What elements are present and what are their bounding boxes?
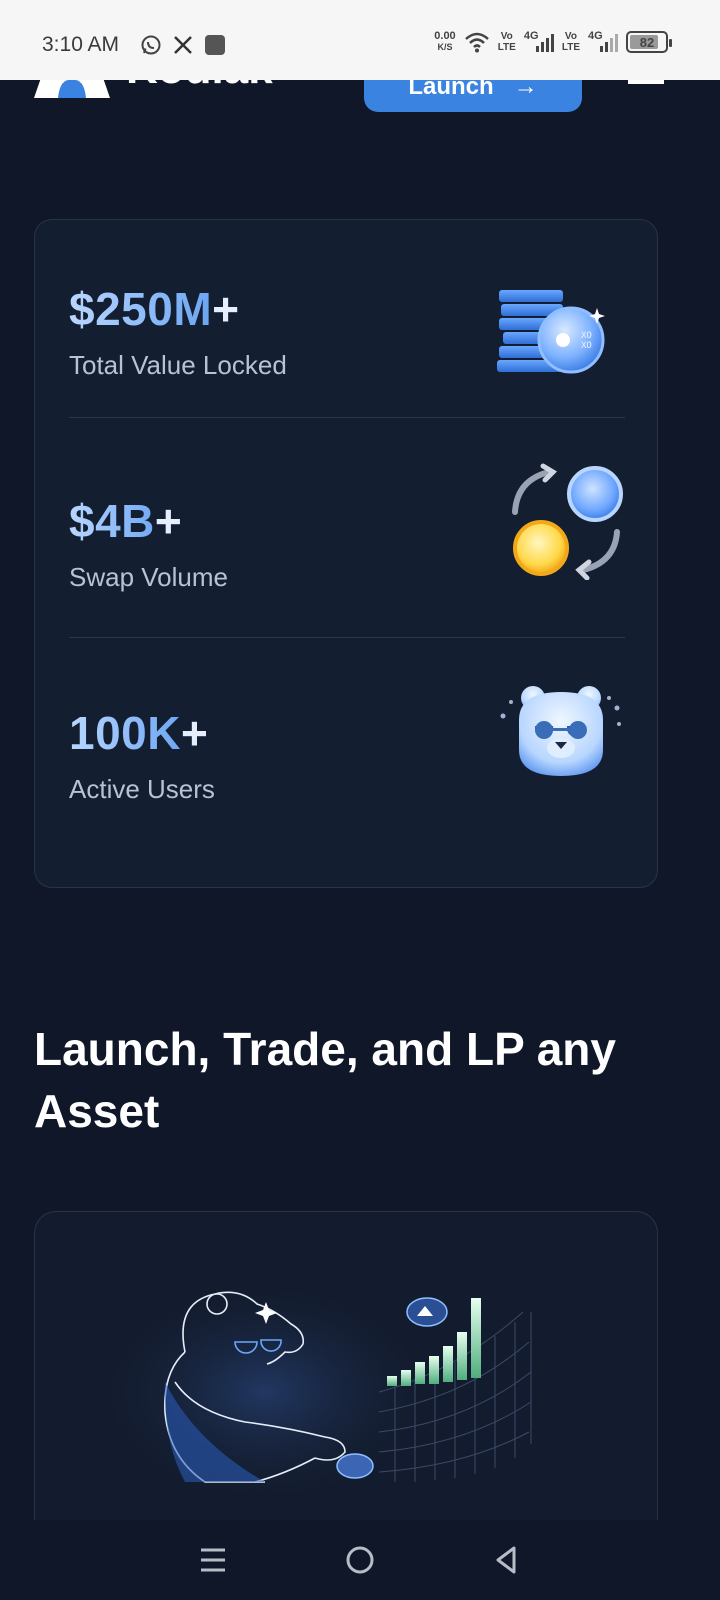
wifi-icon: [464, 32, 489, 53]
stat-active-users: 100K+ Active Users: [69, 686, 625, 888]
recent-apps-button[interactable]: [193, 1540, 233, 1580]
battery-level: 82: [639, 34, 655, 50]
sim2-signal-icon: 4G: [588, 30, 618, 54]
home-icon: [346, 1546, 374, 1574]
back-button[interactable]: [487, 1540, 527, 1580]
network-speed: 0.00 K/S: [434, 30, 456, 53]
arrow-right-icon: →: [513, 80, 538, 100]
notification-icons: [140, 34, 226, 56]
site-header: Kodiak Launch →: [0, 80, 720, 120]
launch-label: Launch: [408, 80, 494, 100]
bear-avatar-icon: [500, 686, 621, 776]
sim2-volte: Vo LTE: [561, 31, 580, 53]
swap-coins-icon: [512, 463, 623, 580]
sim1-volte: Vo LTE: [497, 31, 516, 53]
stat-swap-volume: $4B+ Swap Volume: [69, 463, 625, 676]
svg-text:XO: XO: [581, 341, 592, 351]
stat-value: 100K+: [69, 707, 209, 759]
logo-text[interactable]: Kodiak: [126, 80, 273, 94]
menu-icon: [201, 1548, 226, 1572]
status-time: 3:10 AM: [42, 33, 120, 56]
hamburger-menu-icon[interactable]: [628, 80, 664, 90]
svg-text:XO: XO: [581, 331, 592, 341]
stats-card: $250M+ Total Value Locked XO XO $4B+ Swa…: [34, 219, 658, 888]
x-icon: [174, 36, 192, 54]
system-status: 0.00 K/S Vo LTE 4G Vo LTE 4G 82: [434, 30, 672, 54]
stat-label: Active Users: [69, 774, 215, 804]
stat-value: $250M+: [69, 283, 240, 335]
feature-card[interactable]: [34, 1211, 658, 1551]
bear-trading-illustration: [85, 1272, 532, 1512]
sim1-signal-icon: 4G: [524, 30, 554, 54]
back-icon: [496, 1546, 516, 1574]
stat-value: $4B+: [69, 495, 183, 547]
system-nav-bar: [0, 1520, 720, 1600]
section-title: Launch, Trade, and LP any Asset: [34, 1023, 616, 1137]
whatsapp-icon: [141, 35, 161, 55]
app-notification-icon: [205, 35, 225, 55]
stat-divider: [69, 637, 625, 638]
kodiak-logo-icon[interactable]: [34, 80, 110, 98]
stat-divider: [69, 417, 625, 418]
stat-label: Total Value Locked: [69, 350, 287, 380]
home-button[interactable]: [340, 1540, 380, 1580]
stat-total-value-locked: $250M+ Total Value Locked XO XO: [69, 260, 625, 460]
stat-label: Swap Volume: [69, 562, 228, 592]
battery-icon: 82: [626, 31, 672, 53]
status-bar: 3:10 AM 0.00 K/S Vo LTE 4G Vo LTE 4G 82: [0, 0, 720, 80]
coin-stack-icon: XO XO: [497, 290, 605, 374]
launch-button[interactable]: Launch →: [364, 80, 582, 112]
